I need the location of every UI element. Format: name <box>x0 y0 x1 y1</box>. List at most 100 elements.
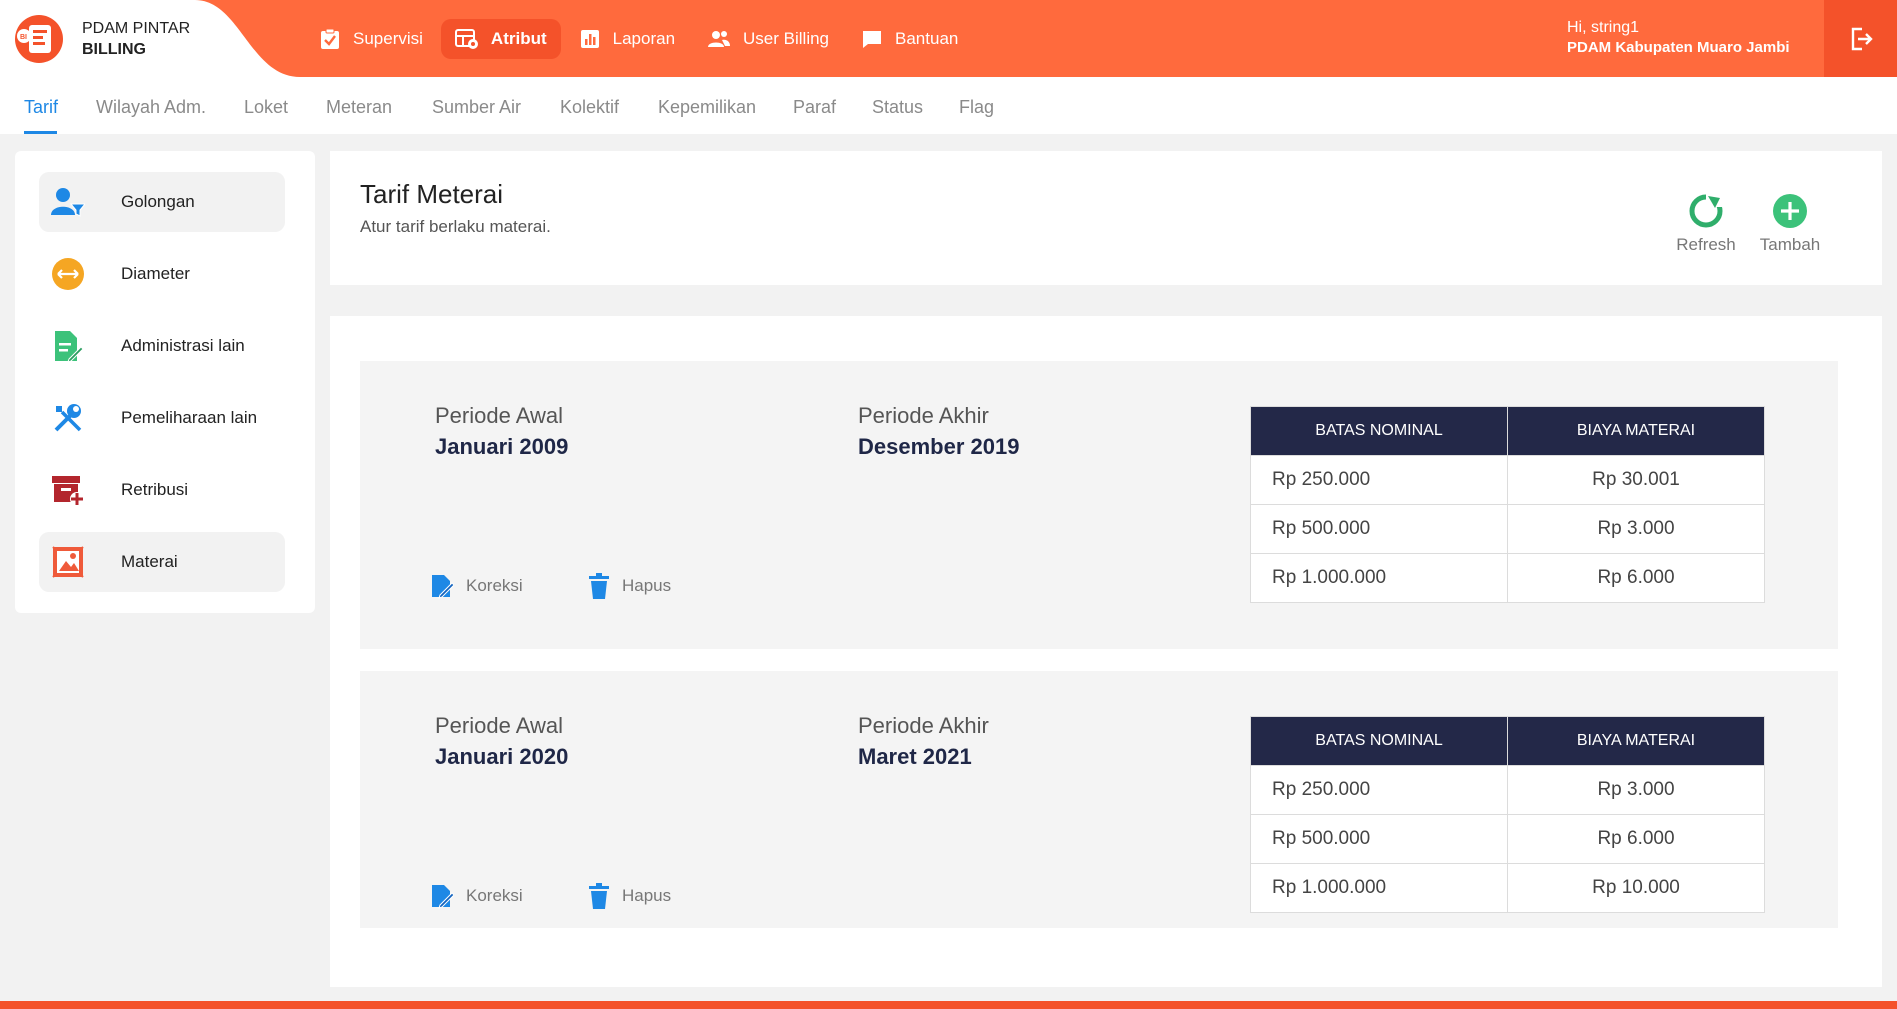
tab-loket[interactable]: Loket <box>244 97 288 118</box>
nav-supervisi[interactable]: Supervisi <box>305 19 437 59</box>
delete-button[interactable]: Hapus <box>588 883 671 909</box>
sidebar-item-label: Diameter <box>121 264 190 283</box>
stamp-fee-cell: Rp 10.000 <box>1507 863 1765 913</box>
bottom-accent-bar <box>0 1001 1897 1009</box>
edit-label: Koreksi <box>466 886 523 905</box>
sidebar-item-materai[interactable]: Materai <box>39 532 285 592</box>
tab-flag[interactable]: Flag <box>959 97 994 118</box>
tools-icon <box>51 401 85 435</box>
page-title: Tarif Meterai <box>360 179 504 209</box>
nav-label: Atribut <box>490 29 547 48</box>
delete-label: Hapus <box>622 886 672 905</box>
tab-status[interactable]: Status <box>872 97 923 118</box>
tab-sumber-air[interactable]: Sumber Air <box>432 97 521 118</box>
user-organization: PDAM Kabupaten Muaro Jambi <box>1567 39 1790 56</box>
stamp-fee-cell: Rp 3.000 <box>1507 765 1765 815</box>
sidebar-item-pemeliharaan-lain[interactable]: Pemeliharaan lain <box>39 388 285 448</box>
sidebar-item-administrasi-lain[interactable]: Administrasi lain <box>39 316 285 376</box>
nominal-limit-cell: Rp 1.000.000 <box>1250 553 1508 603</box>
document-edit-icon <box>51 329 85 363</box>
period-card: Periode Awal Januari 2009 Periode Akhir … <box>360 361 1838 649</box>
sidebar-item-label: Retribusi <box>121 480 189 499</box>
nav-laporan[interactable]: Laporan <box>565 19 689 59</box>
add-label: Tambah <box>1759 235 1821 254</box>
column-header: BATAS NOMINAL <box>1250 406 1508 456</box>
add-button[interactable]: Tambah <box>1750 193 1830 255</box>
refresh-button[interactable]: Refresh <box>1666 193 1746 255</box>
user-greeting: Hi, string1 <box>1567 19 1640 36</box>
nominal-limit-cell: Rp 250.000 <box>1250 765 1508 815</box>
sidebar-item-label: Golongan <box>121 192 195 211</box>
table-row: Rp 500.000 Rp 3.000 <box>1250 504 1765 554</box>
tab-kepemilikan[interactable]: Kepemilikan <box>658 97 756 118</box>
rate-table: BATAS NOMINAL BIAYA MATERAI Rp 250.000 R… <box>1250 716 1765 913</box>
sidebar-item-retribusi[interactable]: Retribusi <box>39 460 285 520</box>
column-header: BIAYA MATERAI <box>1507 716 1765 766</box>
page-subtitle: Atur tarif berlaku materai. <box>360 217 551 236</box>
trash-icon <box>589 883 609 909</box>
end-period-label: Periode Akhir <box>858 403 989 428</box>
tab-paraf[interactable]: Paraf <box>793 97 836 118</box>
sidebar-item-label: Pemeliharaan lain <box>121 408 258 427</box>
bar-chart-icon <box>580 30 599 48</box>
chat-bubble-icon <box>863 31 882 48</box>
brand-name: PDAM PINTAR BILLING <box>82 18 190 60</box>
column-header: BATAS NOMINAL <box>1250 716 1508 766</box>
clipboard-check-icon <box>321 28 339 49</box>
archive-plus-icon <box>51 473 85 507</box>
tab-wilayah-adm[interactable]: Wilayah Adm. <box>96 97 206 118</box>
nav-label: User Billing <box>743 29 830 48</box>
stamp-fee-cell: Rp 3.000 <box>1507 504 1765 554</box>
sidebar-item-diameter[interactable]: Diameter <box>39 244 285 304</box>
start-period-label: Periode Awal <box>435 403 564 428</box>
tab-tarif[interactable]: Tarif <box>24 97 58 118</box>
plus-circle-icon <box>1773 194 1807 228</box>
svg-text:BI: BI <box>20 34 27 41</box>
nav-user-billing[interactable]: User Billing <box>693 19 843 59</box>
brand-line-1: PDAM PINTAR <box>82 20 191 37</box>
column-header: BIAYA MATERAI <box>1507 406 1765 456</box>
rate-table: BATAS NOMINAL BIAYA MATERAI Rp 250.000 R… <box>1250 406 1765 603</box>
refresh-label: Refresh <box>1676 235 1736 254</box>
nominal-limit-cell: Rp 1.000.000 <box>1250 863 1508 913</box>
stamp-icon <box>51 545 85 579</box>
tab-kolektif[interactable]: Kolektif <box>560 97 619 118</box>
user-info: Hi, string1 PDAM Kabupaten Muaro Jambi <box>1567 18 1790 58</box>
logout-button[interactable] <box>1824 0 1897 77</box>
table-row: Rp 250.000 Rp 3.000 <box>1250 765 1765 815</box>
start-period-label: Periode Awal <box>435 713 564 738</box>
sub-tabs: Tarif Wilayah Adm. Loket Meteran Sumber … <box>0 77 1897 134</box>
sidebar-item-golongan[interactable]: Golongan <box>39 172 285 232</box>
tab-meteran[interactable]: Meteran <box>326 97 392 118</box>
end-period-value: Maret 2021 <box>858 744 972 769</box>
delete-button[interactable]: Hapus <box>588 573 671 599</box>
logout-icon <box>1851 27 1873 50</box>
users-icon <box>708 31 731 47</box>
edit-button[interactable]: Koreksi <box>430 883 523 909</box>
sidebar: Golongan Diameter Administrasi lain Peme… <box>15 151 315 613</box>
edit-button[interactable]: Koreksi <box>430 573 523 599</box>
grid-settings-icon <box>454 29 478 49</box>
nav-bantuan[interactable]: Bantuan <box>847 19 972 59</box>
end-period-value: Desember 2019 <box>858 434 1020 459</box>
table-row: Rp 500.000 Rp 6.000 <box>1250 814 1765 864</box>
active-tab-indicator <box>24 131 57 134</box>
nav-atribut[interactable]: Atribut <box>440 19 561 59</box>
nominal-limit-cell: Rp 500.000 <box>1250 504 1508 554</box>
content-card: Periode Awal Januari 2009 Periode Akhir … <box>330 316 1882 987</box>
table-row: Rp 1.000.000 Rp 6.000 <box>1250 553 1765 603</box>
nav-label: Supervisi <box>353 29 423 48</box>
nominal-limit-cell: Rp 500.000 <box>1250 814 1508 864</box>
start-period-value: Januari 2009 <box>435 434 569 459</box>
app-logo-icon[interactable]: BI <box>14 14 66 64</box>
page-header: Tarif Meterai Atur tarif berlaku materai… <box>330 151 1882 285</box>
period-list[interactable]: Periode Awal Januari 2009 Periode Akhir … <box>360 361 1868 928</box>
sidebar-item-label: Materai <box>121 552 178 571</box>
nav-label: Laporan <box>612 29 676 48</box>
main-nav: Supervisi Atribut Laporan User Billing B… <box>305 19 972 59</box>
stamp-fee-cell: Rp 6.000 <box>1507 814 1765 864</box>
brand-line-2: BILLING <box>82 41 146 58</box>
start-period-value: Januari 2020 <box>435 744 569 769</box>
refresh-icon <box>1689 193 1724 228</box>
end-period-label: Periode Akhir <box>858 713 989 738</box>
